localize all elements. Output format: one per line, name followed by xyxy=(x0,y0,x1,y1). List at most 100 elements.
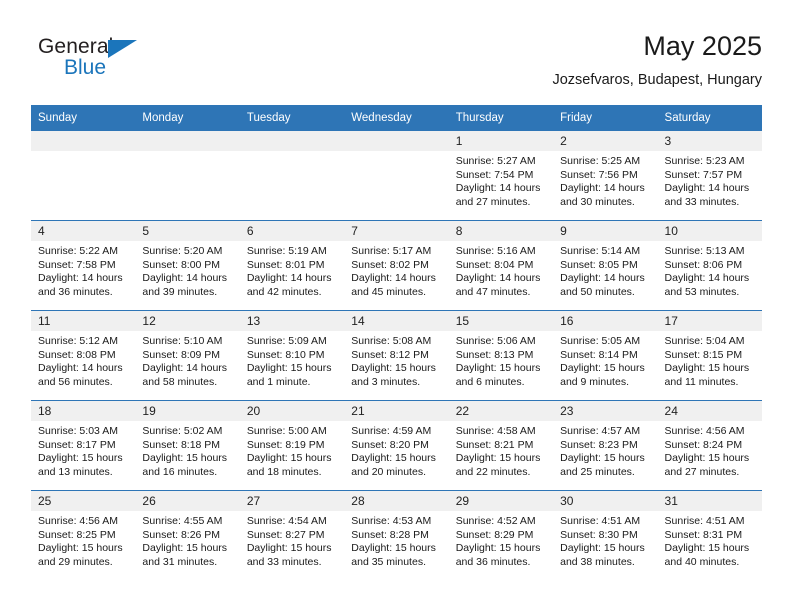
daylight-text: Daylight: 15 hours and 20 minutes. xyxy=(351,452,436,478)
calendar-week-row: 18 Sunrise: 5:03 AM Sunset: 8:17 PM Dayligh… xyxy=(31,400,762,491)
daylight-text: Daylight: 15 hours and 13 minutes. xyxy=(38,452,123,478)
calendar-day-cell[interactable]: 3 Sunrise: 5:23 AM Sunset: 7:57 PM Daylight… xyxy=(657,131,762,221)
calendar-day-cell[interactable]: 2 Sunrise: 5:25 AM Sunset: 7:56 PM Daylight… xyxy=(553,131,658,221)
day-details: Sunrise: 4:59 AM Sunset: 8:20 PM Daylight:… xyxy=(344,421,448,479)
day-number: 1 xyxy=(448,131,554,151)
calendar-day-cell-empty xyxy=(31,131,136,221)
sunset-text: Sunset: 8:24 PM xyxy=(664,438,743,451)
weekday-header-thursday: Thursday xyxy=(448,105,554,131)
sunset-text: Sunset: 8:28 PM xyxy=(351,528,429,541)
day-number: 23 xyxy=(553,401,658,421)
calendar-day-cell[interactable]: 23 Sunrise: 4:57 AM Sunset: 8:23 PM Dayligh… xyxy=(553,400,658,491)
sunrise-text: Sunrise: 4:59 AM xyxy=(351,425,432,437)
sunrise-text: Sunrise: 4:54 AM xyxy=(246,515,327,527)
calendar-day-cell[interactable]: 13 Sunrise: 5:09 AM Sunset: 8:10 PM Dayligh… xyxy=(239,310,345,401)
daylight-text: Daylight: 15 hours and 33 minutes. xyxy=(246,542,332,568)
daylight-text: Daylight: 15 hours and 38 minutes. xyxy=(560,542,645,568)
daylight-text: Daylight: 14 hours and 50 minutes. xyxy=(560,272,645,298)
calendar-day-cell[interactable]: 27 Sunrise: 4:54 AM Sunset: 8:27 PM Dayligh… xyxy=(239,490,345,580)
calendar-day-cell[interactable]: 6 Sunrise: 5:19 AM Sunset: 8:01 PM Daylight… xyxy=(239,220,345,311)
sunset-text: Sunset: 8:21 PM xyxy=(455,438,534,451)
sunset-text: Sunset: 8:10 PM xyxy=(246,348,325,361)
day-number: 10 xyxy=(657,221,762,241)
daylight-text: Daylight: 14 hours and 56 minutes. xyxy=(38,362,123,388)
calendar-day-cell[interactable]: 20 Sunrise: 5:00 AM Sunset: 8:19 PM Dayligh… xyxy=(239,400,345,491)
day-details: Sunrise: 4:57 AM Sunset: 8:23 PM Daylight:… xyxy=(553,421,657,479)
day-number: 21 xyxy=(344,401,449,421)
sunrise-text: Sunrise: 5:05 AM xyxy=(560,335,641,347)
daylight-text: Daylight: 14 hours and 30 minutes. xyxy=(560,182,645,208)
calendar-day-cell[interactable]: 18 Sunrise: 5:03 AM Sunset: 8:17 PM Dayligh… xyxy=(31,400,136,491)
day-details: Sunrise: 5:04 AM Sunset: 8:15 PM Daylight:… xyxy=(658,331,762,389)
daylight-text: Daylight: 14 hours and 53 minutes. xyxy=(664,272,750,298)
sunrise-text: Sunrise: 5:00 AM xyxy=(246,425,327,437)
calendar-day-cell[interactable]: 24 Sunrise: 4:56 AM Sunset: 8:24 PM Dayligh… xyxy=(657,400,762,491)
daylight-text: Daylight: 15 hours and 6 minutes. xyxy=(455,362,541,388)
day-number: 13 xyxy=(239,311,345,331)
day-details: Sunrise: 5:10 AM Sunset: 8:09 PM Daylight:… xyxy=(135,331,239,389)
sunset-text: Sunset: 8:02 PM xyxy=(351,258,429,271)
daylight-text: Daylight: 15 hours and 16 minutes. xyxy=(142,452,228,478)
calendar-day-cell[interactable]: 21 Sunrise: 4:59 AM Sunset: 8:20 PM Dayligh… xyxy=(344,400,449,491)
sunset-text: Sunset: 8:05 PM xyxy=(560,258,638,271)
calendar-day-cell-empty xyxy=(344,131,449,221)
sunrise-text: Sunrise: 5:12 AM xyxy=(38,335,118,347)
calendar-day-cell[interactable]: 9 Sunrise: 5:14 AM Sunset: 8:05 PM Daylight… xyxy=(553,220,658,311)
sunrise-text: Sunrise: 5:22 AM xyxy=(38,245,118,257)
sunset-text: Sunset: 7:54 PM xyxy=(455,168,534,181)
weekday-header-friday: Friday xyxy=(553,105,658,131)
day-number: 20 xyxy=(239,401,345,421)
day-number: 3 xyxy=(657,131,762,151)
calendar-day-cell[interactable]: 28 Sunrise: 4:53 AM Sunset: 8:28 PM Dayligh… xyxy=(344,490,449,580)
calendar-day-cell-empty xyxy=(239,131,345,221)
sunset-text: Sunset: 7:57 PM xyxy=(664,168,743,181)
brand-logo[interactable]: General Blue xyxy=(38,35,158,87)
calendar-day-cell[interactable]: 12 Sunrise: 5:10 AM Sunset: 8:09 PM Dayligh… xyxy=(135,310,240,401)
sunset-text: Sunset: 8:26 PM xyxy=(142,528,221,541)
day-details: Sunrise: 5:12 AM Sunset: 8:08 PM Daylight:… xyxy=(31,331,135,389)
calendar-body: 1 Sunrise: 5:27 AM Sunset: 7:54 PM Daylight… xyxy=(31,131,762,580)
sunrise-text: Sunrise: 5:20 AM xyxy=(142,245,223,257)
day-number: 12 xyxy=(135,311,240,331)
calendar-day-cell[interactable]: 16 Sunrise: 5:05 AM Sunset: 8:14 PM Dayligh… xyxy=(553,310,658,401)
calendar-day-cell-empty xyxy=(135,131,240,221)
calendar-day-cell[interactable]: 31 Sunrise: 4:51 AM Sunset: 8:31 PM Dayligh… xyxy=(657,490,762,580)
sunrise-text: Sunrise: 5:09 AM xyxy=(246,335,327,347)
day-details: Sunrise: 5:13 AM Sunset: 8:06 PM Daylight:… xyxy=(658,241,762,299)
calendar-day-cell[interactable]: 15 Sunrise: 5:06 AM Sunset: 8:13 PM Dayligh… xyxy=(448,310,554,401)
daylight-text: Daylight: 15 hours and 25 minutes. xyxy=(560,452,645,478)
day-details: Sunrise: 5:02 AM Sunset: 8:18 PM Daylight:… xyxy=(135,421,239,479)
calendar-day-cell[interactable]: 8 Sunrise: 5:16 AM Sunset: 8:04 PM Daylight… xyxy=(448,220,554,311)
calendar-day-cell[interactable]: 17 Sunrise: 5:04 AM Sunset: 8:15 PM Dayligh… xyxy=(657,310,762,401)
calendar-day-cell[interactable]: 14 Sunrise: 5:08 AM Sunset: 8:12 PM Dayligh… xyxy=(344,310,449,401)
calendar-day-cell[interactable]: 1 Sunrise: 5:27 AM Sunset: 7:54 PM Daylight… xyxy=(448,131,554,221)
day-details: Sunrise: 5:20 AM Sunset: 8:00 PM Daylight:… xyxy=(135,241,239,299)
calendar-day-cell[interactable]: 5 Sunrise: 5:20 AM Sunset: 8:00 PM Daylight… xyxy=(135,220,240,311)
calendar-day-cell[interactable]: 10 Sunrise: 5:13 AM Sunset: 8:06 PM Dayligh… xyxy=(657,220,762,311)
daylight-text: Daylight: 15 hours and 27 minutes. xyxy=(664,452,750,478)
calendar-day-cell[interactable]: 29 Sunrise: 4:52 AM Sunset: 8:29 PM Dayligh… xyxy=(448,490,554,580)
daylight-text: Daylight: 15 hours and 3 minutes. xyxy=(351,362,436,388)
calendar-day-cell[interactable]: 30 Sunrise: 4:51 AM Sunset: 8:30 PM Dayligh… xyxy=(553,490,658,580)
daylight-text: Daylight: 14 hours and 33 minutes. xyxy=(664,182,750,208)
sunrise-text: Sunrise: 4:56 AM xyxy=(664,425,745,437)
calendar-day-cell[interactable]: 22 Sunrise: 4:58 AM Sunset: 8:21 PM Dayligh… xyxy=(448,400,554,491)
calendar-day-cell[interactable]: 26 Sunrise: 4:55 AM Sunset: 8:26 PM Dayligh… xyxy=(135,490,240,580)
day-number: 5 xyxy=(135,221,240,241)
sunrise-text: Sunrise: 5:17 AM xyxy=(351,245,432,257)
calendar-day-cell[interactable]: 4 Sunrise: 5:22 AM Sunset: 7:58 PM Daylight… xyxy=(31,220,136,311)
calendar-week-row: 1 Sunrise: 5:27 AM Sunset: 7:54 PM Daylight… xyxy=(31,131,762,221)
calendar-day-cell[interactable]: 7 Sunrise: 5:17 AM Sunset: 8:02 PM Daylight… xyxy=(344,220,449,311)
sunset-text: Sunset: 8:13 PM xyxy=(455,348,534,361)
sunrise-text: Sunrise: 5:13 AM xyxy=(664,245,745,257)
day-details: Sunrise: 5:17 AM Sunset: 8:02 PM Daylight:… xyxy=(344,241,448,299)
weekday-header-row: Sunday Monday Tuesday Wednesday Thursday Frid… xyxy=(31,105,762,131)
calendar-day-cell[interactable]: 11 Sunrise: 5:12 AM Sunset: 8:08 PM Dayligh… xyxy=(31,310,136,401)
sunset-text: Sunset: 8:27 PM xyxy=(246,528,325,541)
day-details: Sunrise: 4:51 AM Sunset: 8:30 PM Daylight:… xyxy=(553,511,657,569)
day-number: 7 xyxy=(344,221,449,241)
day-details: Sunrise: 4:56 AM Sunset: 8:25 PM Daylight:… xyxy=(31,511,135,569)
calendar-day-cell[interactable]: 25 Sunrise: 4:56 AM Sunset: 8:25 PM Dayligh… xyxy=(31,490,136,580)
day-number: 27 xyxy=(239,491,345,511)
calendar-day-cell[interactable]: 19 Sunrise: 5:02 AM Sunset: 8:18 PM Dayligh… xyxy=(135,400,240,491)
